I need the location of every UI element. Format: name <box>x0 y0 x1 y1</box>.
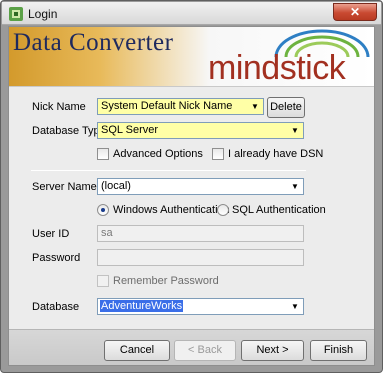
user-id-field[interactable]: sa <box>97 225 304 242</box>
password-label: Password <box>32 252 81 264</box>
windows-auth-label[interactable]: Windows Authentication <box>113 204 230 216</box>
section-divider <box>31 170 306 171</box>
password-field[interactable] <box>97 249 304 266</box>
remember-password-checkbox[interactable] <box>97 275 109 287</box>
database-type-label: Database Type <box>32 125 106 137</box>
header-banner: Data Converter mindstick <box>9 27 374 87</box>
close-icon: ✕ <box>349 5 361 19</box>
remember-password-label[interactable]: Remember Password <box>113 275 219 287</box>
delete-button[interactable]: Delete <box>267 97 305 118</box>
mindstick-logo: mindstick <box>208 49 346 87</box>
chevron-down-icon[interactable]: ▼ <box>287 299 303 314</box>
sql-auth-radio[interactable] <box>217 204 229 216</box>
login-window: Login ✕ Data Converter mindstick Nick Na… <box>0 0 383 373</box>
database-combobox[interactable]: AdventureWorks ▼ <box>97 298 304 315</box>
server-name-label: Server Name <box>32 181 97 193</box>
advanced-options-checkbox[interactable] <box>97 148 109 160</box>
chevron-down-icon[interactable]: ▼ <box>247 99 263 114</box>
sql-auth-label[interactable]: SQL Authentication <box>232 204 326 216</box>
server-name-combobox[interactable]: (local) ▼ <box>97 178 304 195</box>
banner-title: Data Converter <box>13 29 174 56</box>
title-bar[interactable]: Login ✕ <box>2 2 381 25</box>
have-dsn-label[interactable]: I already have DSN <box>228 148 323 160</box>
nick-name-combobox[interactable]: System Default Nick Name ▼ <box>97 98 264 115</box>
user-id-label: User ID <box>32 228 70 240</box>
windows-auth-radio[interactable] <box>97 204 109 216</box>
back-button[interactable]: < Back <box>174 340 236 361</box>
app-icon <box>9 7 23 21</box>
window-title: Login <box>28 7 58 21</box>
close-button[interactable]: ✕ <box>333 3 377 21</box>
chevron-down-icon[interactable]: ▼ <box>287 123 303 138</box>
cancel-button[interactable]: Cancel <box>104 340 170 361</box>
nick-name-value: System Default Nick Name <box>101 100 233 112</box>
finish-button[interactable]: Finish <box>310 340 367 361</box>
dialog-client-area: Data Converter mindstick Nick Name Syste… <box>8 26 375 366</box>
advanced-options-label[interactable]: Advanced Options <box>113 148 203 160</box>
database-label: Database <box>32 301 80 313</box>
database-value: AdventureWorks <box>100 300 184 312</box>
chevron-down-icon[interactable]: ▼ <box>287 179 303 194</box>
wizard-button-bar: Cancel < Back Next > Finish <box>9 329 374 365</box>
server-name-value: (local) <box>101 180 131 192</box>
nick-name-label: Nick Name <box>32 101 86 113</box>
database-type-combobox[interactable]: SQL Server ▼ <box>97 122 304 139</box>
user-id-value: sa <box>101 227 113 239</box>
next-button[interactable]: Next > <box>241 340 304 361</box>
database-type-value: SQL Server <box>101 124 159 136</box>
have-dsn-checkbox[interactable] <box>212 148 224 160</box>
